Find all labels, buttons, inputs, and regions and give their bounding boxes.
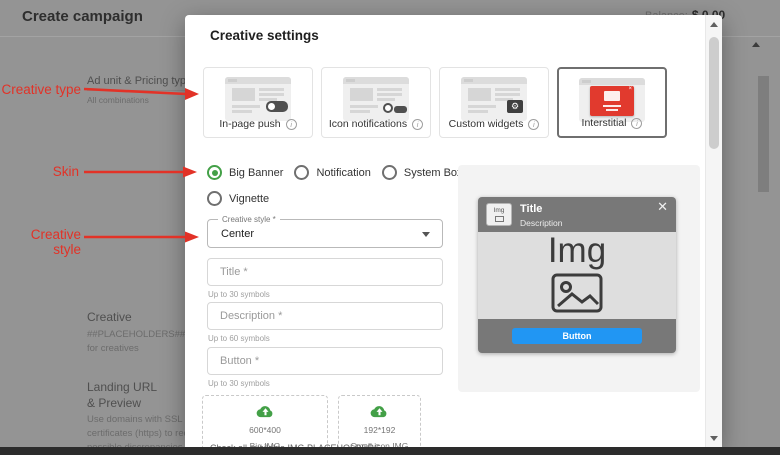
preview-icon-label: Img bbox=[487, 206, 511, 215]
skin-option-system-box[interactable]: System Box bbox=[382, 165, 463, 180]
interstitial-red-card-glyph bbox=[590, 86, 634, 116]
modal-scrollbar-thumb[interactable] bbox=[709, 37, 719, 149]
gear-icon bbox=[507, 100, 523, 113]
notification-pill-glyph bbox=[394, 106, 407, 113]
bottom-edge-bar bbox=[0, 447, 780, 455]
radio-big-banner[interactable] bbox=[207, 165, 222, 180]
title-input[interactable] bbox=[207, 258, 443, 286]
radio-label[interactable]: Big Banner bbox=[229, 167, 283, 179]
radio-system-box[interactable] bbox=[382, 165, 397, 180]
creative-type-label: Custom widgets bbox=[449, 118, 524, 130]
button-helper: Up to 30 symbols bbox=[208, 379, 270, 388]
ad-preview-card: Img Title Description ✕ Img Button bbox=[478, 197, 676, 353]
skin-radio-row-1: Big Banner Notification System Box bbox=[207, 165, 463, 180]
radio-notification[interactable] bbox=[294, 165, 309, 180]
info-icon[interactable] bbox=[286, 119, 297, 130]
skin-option-notification[interactable]: Notification bbox=[294, 165, 370, 180]
creative-type-cards: In-page push Icon notifications bbox=[203, 67, 667, 138]
creative-type-in-page-push[interactable]: In-page push bbox=[203, 67, 313, 138]
creative-subtext: for creatives bbox=[87, 343, 139, 354]
creative-type-label: Interstitial bbox=[582, 117, 627, 129]
creative-placeholders-text: ##PLACEHOLDERS## bbox=[87, 329, 185, 340]
upload-size: 600*400 bbox=[203, 425, 327, 435]
section-landing-url: Landing URL bbox=[87, 380, 157, 394]
image-icon bbox=[495, 216, 504, 222]
page-scroll-up-icon[interactable] bbox=[752, 42, 760, 47]
creative-type-label: Icon notifications bbox=[329, 118, 407, 130]
push-toggle-glyph bbox=[266, 101, 288, 112]
upload-cloud-icon bbox=[254, 404, 277, 419]
title-helper: Up to 30 symbols bbox=[208, 290, 270, 299]
section-landing-preview: & Preview bbox=[87, 396, 141, 410]
upload-row: 600*400 Big IMG 192*192 Small icon IMG bbox=[202, 395, 421, 448]
creative-type-interstitial[interactable]: Interstitial bbox=[557, 67, 667, 138]
upload-size: 192*192 bbox=[339, 425, 420, 435]
info-icon[interactable] bbox=[412, 119, 423, 130]
skin-option-big-banner[interactable]: Big Banner bbox=[207, 165, 283, 180]
big-img-upload-dropzone[interactable]: 600*400 Big IMG bbox=[202, 395, 328, 448]
radio-label[interactable]: Notification bbox=[316, 167, 370, 179]
creative-type-icon-notifications[interactable]: Icon notifications bbox=[321, 67, 431, 138]
annotation-skin: Skin bbox=[0, 164, 79, 179]
in-page-push-illustration bbox=[225, 77, 291, 121]
annotation-arrow-creative-type-icon bbox=[82, 84, 200, 102]
preview-img-text: Img bbox=[478, 232, 676, 270]
annotation-arrow-skin-icon bbox=[80, 164, 198, 180]
section-creative: Creative bbox=[87, 310, 132, 324]
preview-image-area: Img bbox=[478, 232, 676, 319]
description-helper: Up to 60 symbols bbox=[208, 334, 270, 343]
creative-type-custom-widgets[interactable]: Custom widgets bbox=[439, 67, 549, 138]
icon-notifications-illustration bbox=[343, 77, 409, 121]
interstitial-illustration bbox=[579, 78, 645, 122]
landing-desc-1: Use domains with SSL bbox=[87, 414, 183, 425]
close-icon: ✕ bbox=[657, 200, 668, 214]
annotation-creative-type: Creative type bbox=[0, 82, 81, 97]
modal-scrollbar[interactable] bbox=[705, 15, 722, 448]
preview-button: Button bbox=[512, 328, 642, 344]
scroll-down-icon[interactable] bbox=[710, 436, 718, 441]
button-input[interactable] bbox=[207, 347, 443, 375]
chevron-down-icon bbox=[422, 232, 430, 237]
page-scrollbar-thumb[interactable] bbox=[758, 76, 769, 192]
info-icon[interactable] bbox=[631, 118, 642, 129]
small-icon-img-upload-dropzone[interactable]: 192*192 Small icon IMG bbox=[338, 395, 421, 448]
description-input[interactable] bbox=[207, 302, 443, 330]
custom-widgets-illustration bbox=[461, 77, 527, 121]
image-placeholder-icon bbox=[550, 272, 604, 314]
radio-label[interactable]: System Box bbox=[404, 167, 463, 179]
preview-title: Title bbox=[520, 203, 542, 215]
creative-style-select-label: Creative style * bbox=[218, 215, 280, 224]
skin-radio-row-2: Vignette bbox=[207, 191, 269, 206]
creative-style-select[interactable]: Creative style * Center bbox=[207, 219, 443, 248]
creative-style-select-value: Center bbox=[221, 228, 254, 240]
radio-vignette[interactable] bbox=[207, 191, 222, 206]
creative-type-label: In-page push bbox=[219, 118, 280, 130]
modal-title: Creative settings bbox=[210, 28, 319, 43]
page-title: Create campaign bbox=[22, 8, 143, 25]
scroll-up-icon[interactable] bbox=[710, 22, 718, 27]
preview-icon-chip: Img bbox=[486, 203, 512, 226]
info-icon[interactable] bbox=[528, 119, 539, 130]
skin-option-vignette[interactable]: Vignette bbox=[207, 191, 269, 206]
annotation-arrow-creative-style-icon bbox=[82, 229, 200, 245]
radio-label[interactable]: Vignette bbox=[229, 193, 269, 205]
creative-preview-panel: Img Title Description ✕ Img Button bbox=[458, 165, 700, 392]
annotation-creative-style: Creative style bbox=[0, 227, 81, 257]
preview-description: Description bbox=[520, 218, 563, 228]
upload-cloud-icon bbox=[368, 404, 391, 419]
creative-settings-modal: Creative settings In-page push bbox=[185, 15, 722, 448]
notification-circle-glyph bbox=[383, 103, 393, 113]
